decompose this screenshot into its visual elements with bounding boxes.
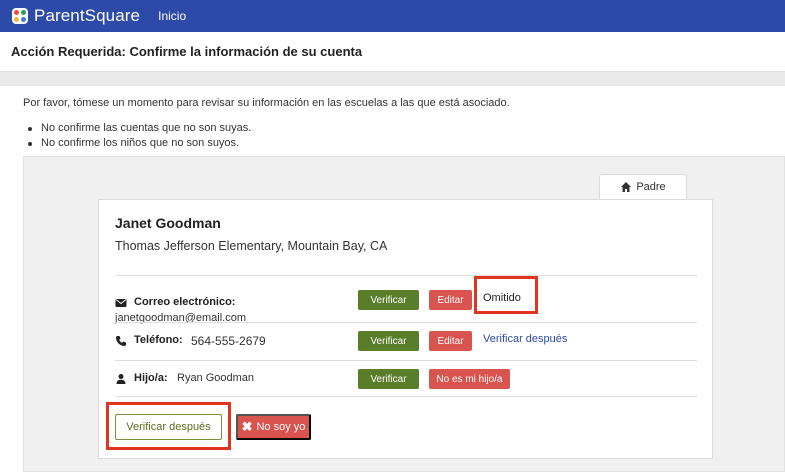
tab-padre[interactable]: Padre: [599, 174, 687, 199]
email-label: Correo electrónico:: [134, 296, 236, 308]
page-title: Acción Requerida: Confirme la informació…: [11, 44, 363, 59]
phone-label: Teléfono:: [134, 334, 183, 346]
intro-text: Por favor, tómese un momento para revisa…: [23, 97, 510, 109]
child-value: Ryan Goodman: [177, 372, 255, 384]
account-name: Janet Goodman: [115, 215, 221, 231]
row-divider: [115, 360, 697, 361]
user-icon: [116, 374, 126, 384]
row-divider: [115, 396, 697, 397]
rules-list: No confirme las cuentas que no son suyas…: [27, 121, 252, 151]
header-divider-band: [0, 72, 785, 86]
tab-label: Padre: [636, 181, 666, 193]
envelope-icon: [115, 299, 127, 307]
edit-email-button[interactable]: Editar: [429, 290, 472, 310]
child-label: Hijo/a:: [134, 372, 168, 384]
close-icon: ✖: [241, 419, 253, 434]
verify-child-button[interactable]: Verificar: [358, 369, 419, 389]
highlight-box-verify-later: [106, 402, 231, 450]
not-my-child-button[interactable]: No es mi hijo/a: [429, 369, 510, 389]
phone-value: 564-555-2679: [191, 334, 266, 348]
phone-icon: [116, 336, 126, 346]
nav-link-home[interactable]: Inicio: [158, 9, 186, 23]
top-navbar: ParentSquare Inicio: [0, 0, 785, 32]
page-header: Acción Requerida: Confirme la informació…: [0, 32, 785, 72]
edit-phone-button[interactable]: Editar: [429, 331, 472, 351]
verify-email-button[interactable]: Verificar: [358, 290, 419, 310]
highlight-box-status: [474, 276, 538, 314]
rule-item: No confirme las cuentas que no son suyas…: [27, 122, 252, 134]
row-divider: [115, 275, 697, 276]
verify-phone-later-link[interactable]: Verificar después: [483, 333, 567, 345]
parentsquare-logo-icon: [12, 8, 28, 24]
rule-item: No confirme los niños que no son suyos.: [27, 136, 251, 151]
brand[interactable]: ParentSquare: [12, 6, 140, 26]
not-me-button[interactable]: ✖ No soy yo: [236, 414, 311, 440]
row-divider: [115, 322, 697, 323]
verify-phone-button[interactable]: Verificar: [358, 331, 419, 351]
not-me-label: No soy yo: [256, 421, 306, 433]
brand-name: ParentSquare: [34, 6, 141, 25]
home-icon: [621, 182, 632, 192]
school-name: Thomas Jefferson Elementary, Mountain Ba…: [115, 239, 388, 253]
